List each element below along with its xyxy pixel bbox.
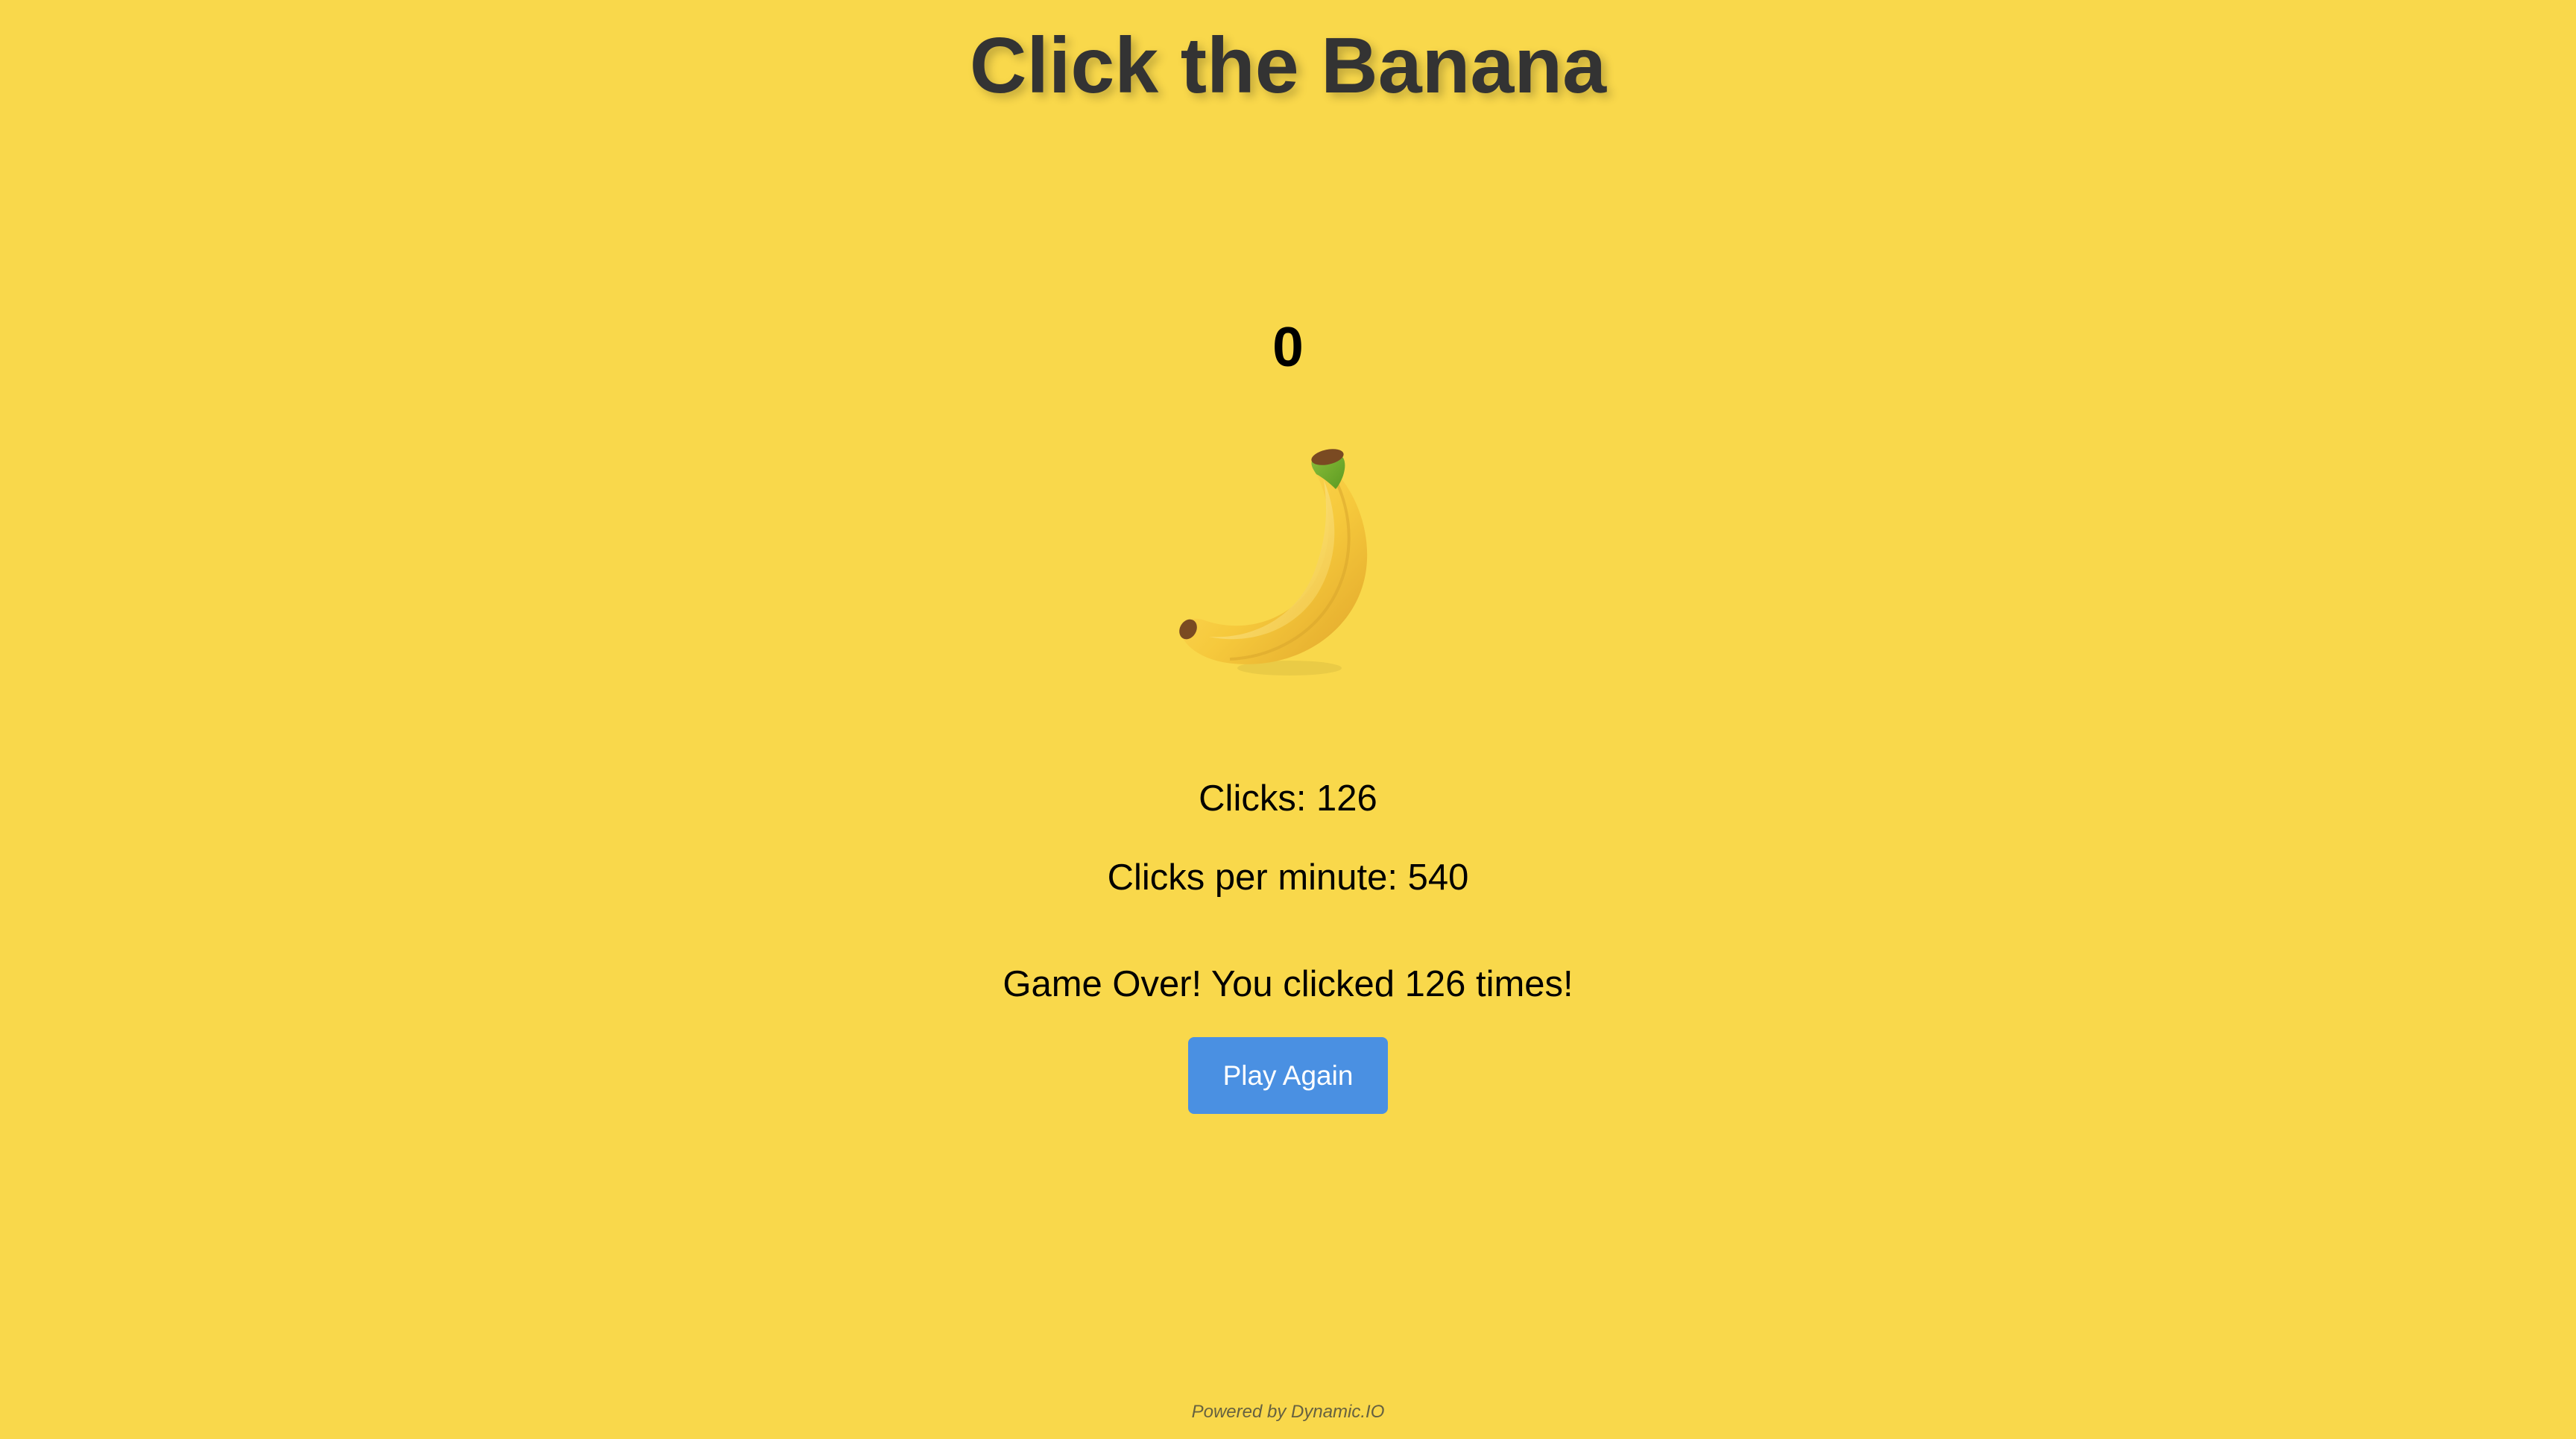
page-title: Click the Banana — [969, 22, 1607, 110]
banana-icon — [1179, 449, 1368, 676]
play-again-button[interactable]: Play Again — [1188, 1037, 1388, 1114]
countdown-timer: 0 — [1272, 315, 1304, 378]
powered-by-footer: Powered by Dynamic.IO — [1191, 1402, 1385, 1422]
game-over-message: Game Over! You clicked 126 times! — [1003, 964, 1573, 1004]
clicks-count: Clicks: 126 — [1199, 778, 1377, 819]
clicks-per-minute: Clicks per minute: 540 — [1107, 857, 1469, 898]
banana-button[interactable] — [1170, 444, 1409, 683]
